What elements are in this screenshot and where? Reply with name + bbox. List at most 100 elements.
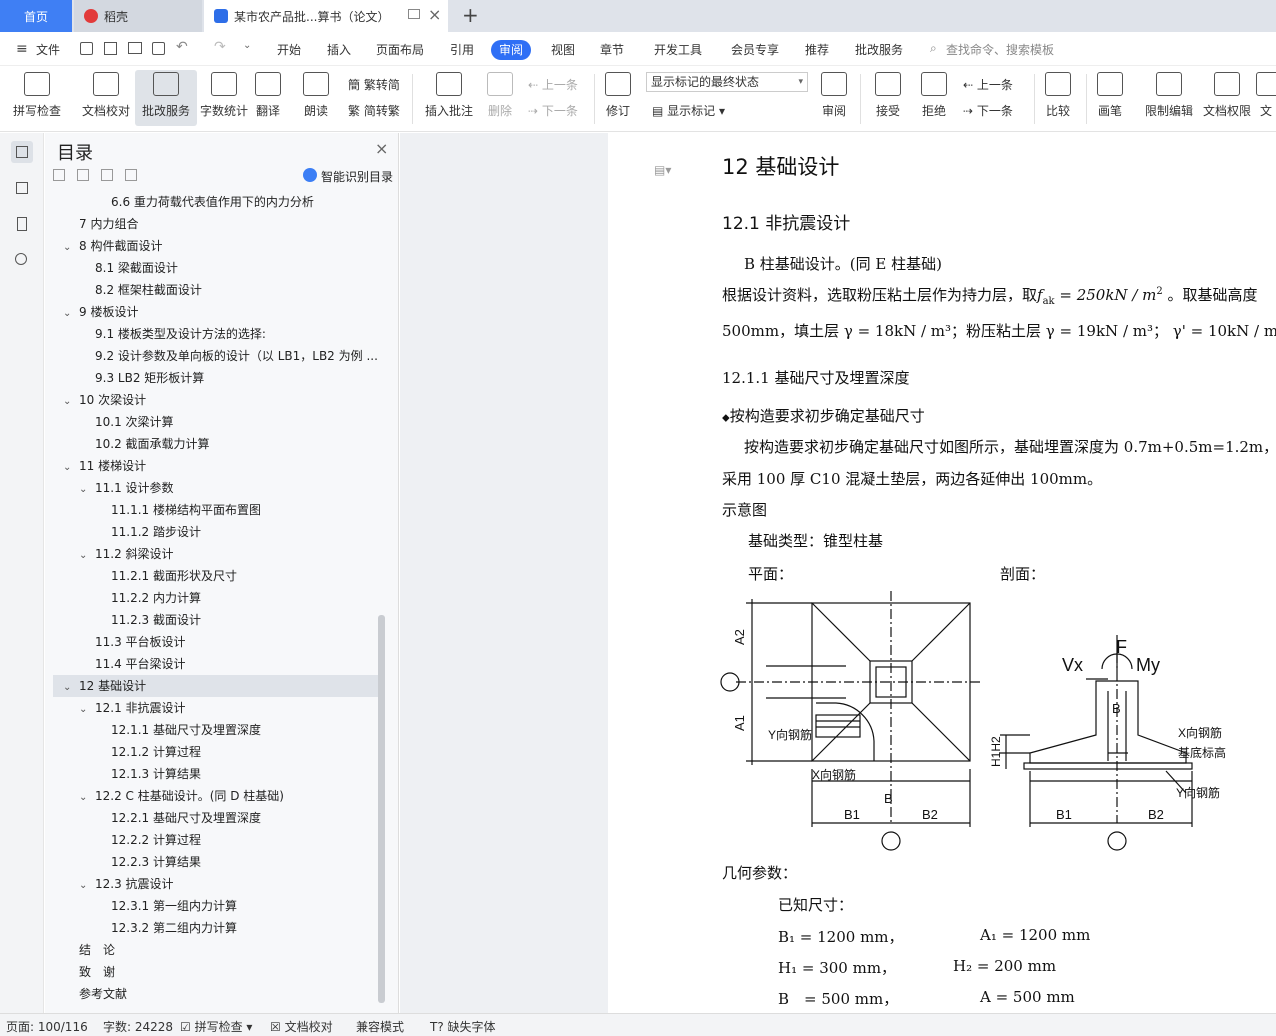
search-icon[interactable]: [11, 249, 33, 271]
toc-item[interactable]: 11.2.1 截面形状及尺寸: [53, 565, 378, 587]
toc-item[interactable]: 11.1.2 踏步设计: [53, 521, 378, 543]
toc-item[interactable]: 11.3 平台板设计: [53, 631, 378, 653]
restrict-edit-button[interactable]: 限制编辑: [1138, 70, 1200, 126]
doc-rights-button[interactable]: 文档权限: [1196, 70, 1258, 126]
expand-arrow-icon[interactable]: ⌄: [63, 391, 79, 413]
save-icon[interactable]: [80, 42, 93, 55]
menu-review[interactable]: 审阅: [491, 40, 532, 60]
expand-arrow-icon[interactable]: ⌄: [79, 787, 95, 809]
toc-item[interactable]: 12.3.1 第一组内力计算: [53, 895, 378, 917]
remove-level-icon[interactable]: [125, 169, 137, 181]
toc-item[interactable]: 11.1.1 楼梯结构平面布置图: [53, 499, 378, 521]
toc-item[interactable]: 9.1 楼板类型及设计方法的选择:: [53, 323, 378, 345]
quick-access-dropdown-icon[interactable]: ⌄: [243, 40, 251, 51]
restore-icon[interactable]: [408, 9, 420, 19]
export-icon[interactable]: [104, 42, 117, 55]
show-markup-button[interactable]: ▤ 显示标记 ▾: [652, 102, 725, 119]
toc-item[interactable]: 9.2 设计参数及单向板的设计（以 LB1，LB2 为例 ...: [53, 345, 378, 367]
toc-item[interactable]: 12.2.3 计算结果: [53, 851, 378, 873]
toc-item[interactable]: 12.1.3 计算结果: [53, 763, 378, 785]
menu-devtools[interactable]: 开发工具: [654, 40, 702, 60]
prev-change-button[interactable]: ⇠ 上一条: [963, 76, 1013, 93]
expand-all-icon[interactable]: [77, 169, 89, 181]
smart-toc-button[interactable]: 智能识别目录: [321, 168, 393, 185]
collapse-all-icon[interactable]: [53, 169, 65, 181]
track-changes-button[interactable]: 修订: [596, 70, 640, 126]
page-options-icon[interactable]: ▤▾: [654, 163, 671, 177]
print-icon[interactable]: [128, 42, 142, 54]
prev-comment-button[interactable]: ⇠ 上一条: [528, 76, 578, 93]
toc-item[interactable]: ⌄ 11.2 斜梁设计: [53, 543, 378, 565]
toc-item[interactable]: 8.2 框架柱截面设计: [53, 279, 378, 301]
close-panel-icon[interactable]: ×: [375, 139, 388, 158]
menu-layout[interactable]: 页面布局: [376, 40, 424, 60]
menu-reference[interactable]: 引用: [450, 40, 474, 60]
toc-item[interactable]: 结 论: [53, 939, 378, 961]
new-tab-icon[interactable]: +: [462, 3, 479, 27]
bookmark-icon[interactable]: [11, 213, 33, 235]
toc-item[interactable]: ⌄ 12 基础设计: [53, 675, 378, 697]
toc-item[interactable]: 12.3.2 第二组内力计算: [53, 917, 378, 939]
next-comment-button[interactable]: ⇢ 下一条: [528, 102, 578, 119]
menu-member[interactable]: 会员专享: [731, 40, 779, 60]
menu-correct-service[interactable]: 批改服务: [855, 40, 903, 60]
compare-button[interactable]: 比较: [1036, 70, 1080, 126]
undo-icon[interactable]: ↶: [176, 39, 188, 55]
tab-daoke[interactable]: 稻壳: [74, 0, 202, 32]
missing-font-button[interactable]: T? 缺失字体: [430, 1018, 496, 1035]
menu-hamburger-icon[interactable]: ≡: [16, 41, 28, 57]
insert-comment-button[interactable]: 插入批注: [418, 70, 480, 126]
toc-item[interactable]: 致 谢: [53, 961, 378, 983]
expand-arrow-icon[interactable]: ⌄: [63, 677, 79, 699]
reject-button[interactable]: 拒绝: [912, 70, 956, 126]
correct-service-button[interactable]: 批改服务: [135, 70, 197, 126]
delete-comment-button[interactable]: 删除: [478, 70, 522, 126]
toc-item[interactable]: 11.2.2 内力计算: [53, 587, 378, 609]
toc-item[interactable]: 10.1 次梁计算: [53, 411, 378, 433]
print-preview-icon[interactable]: [152, 42, 165, 55]
menu-insert[interactable]: 插入: [327, 40, 351, 60]
toc-item[interactable]: 6.6 重力荷载代表值作用下的内力分析: [53, 195, 378, 209]
toc-scrollbar[interactable]: [378, 615, 385, 1003]
toc-item[interactable]: ⌄ 12.2 C 柱基础设计。(同 D 柱基础): [53, 785, 378, 807]
toc-item[interactable]: ⌄ 9 楼板设计: [53, 301, 378, 323]
spell-check-toggle[interactable]: ☑ 拼写检查 ▾: [180, 1018, 252, 1035]
toc-item[interactable]: 参考文献: [53, 983, 378, 1005]
toc-item[interactable]: 12.2.2 计算过程: [53, 829, 378, 851]
tab-home[interactable]: 首页: [0, 0, 72, 32]
command-search-input[interactable]: 查找命令、搜索模板: [946, 41, 1054, 58]
chapter-nav-icon[interactable]: [11, 177, 33, 199]
toc-item[interactable]: ⌄ 8 构件截面设计: [53, 235, 378, 257]
markup-state-select[interactable]: 显示标记的最终状态 ▾: [646, 72, 808, 92]
toc-item[interactable]: 9.3 LB2 矩形板计算: [53, 367, 378, 389]
read-aloud-button[interactable]: 朗读: [292, 70, 340, 126]
expand-arrow-icon[interactable]: ⌄: [79, 699, 95, 721]
toc-item[interactable]: 12.1.1 基础尺寸及埋置深度: [53, 719, 378, 741]
review-pane-button[interactable]: 审阅: [812, 70, 856, 126]
next-change-button[interactable]: ⇢ 下一条: [963, 102, 1013, 119]
spell-check-button[interactable]: 拼写检查: [6, 70, 68, 126]
toc-item[interactable]: 12.2.1 基础尺寸及埋置深度: [53, 807, 378, 829]
simp-to-trad-button[interactable]: 繁 简转繁: [348, 102, 400, 119]
toc-item[interactable]: 8.1 梁截面设计: [53, 257, 378, 279]
pen-button[interactable]: 画笔: [1090, 70, 1130, 126]
trad-to-simp-button[interactable]: 簡 繁转简: [348, 76, 400, 93]
expand-arrow-icon[interactable]: ⌄: [79, 545, 95, 567]
tab-document[interactable]: 某市农产品批...算书（论文） ×: [204, 0, 448, 32]
toc-item[interactable]: ⌄ 11 楼梯设计: [53, 455, 378, 477]
doc-proof-status[interactable]: ☒ 文档校对: [270, 1018, 333, 1035]
close-tab-icon[interactable]: ×: [428, 5, 441, 24]
page-indicator[interactable]: 页面: 100/116: [6, 1018, 88, 1035]
expand-arrow-icon[interactable]: ⌄: [63, 457, 79, 479]
add-level-icon[interactable]: [101, 169, 113, 181]
expand-arrow-icon[interactable]: ⌄: [79, 479, 95, 501]
menu-start[interactable]: 开始: [277, 40, 301, 60]
toc-item[interactable]: 7 内力组合: [53, 213, 378, 235]
toc-item[interactable]: 12.1.2 计算过程: [53, 741, 378, 763]
more-ribbon-button[interactable]: 文: [1256, 70, 1276, 126]
doc-proof-button[interactable]: 文档校对: [75, 70, 137, 126]
toc-item[interactable]: 11.2.3 截面设计: [53, 609, 378, 631]
toc-item[interactable]: 11.4 平台梁设计: [53, 653, 378, 675]
toc-item[interactable]: 10.2 截面承载力计算: [53, 433, 378, 455]
menu-file[interactable]: 文件: [36, 40, 60, 60]
